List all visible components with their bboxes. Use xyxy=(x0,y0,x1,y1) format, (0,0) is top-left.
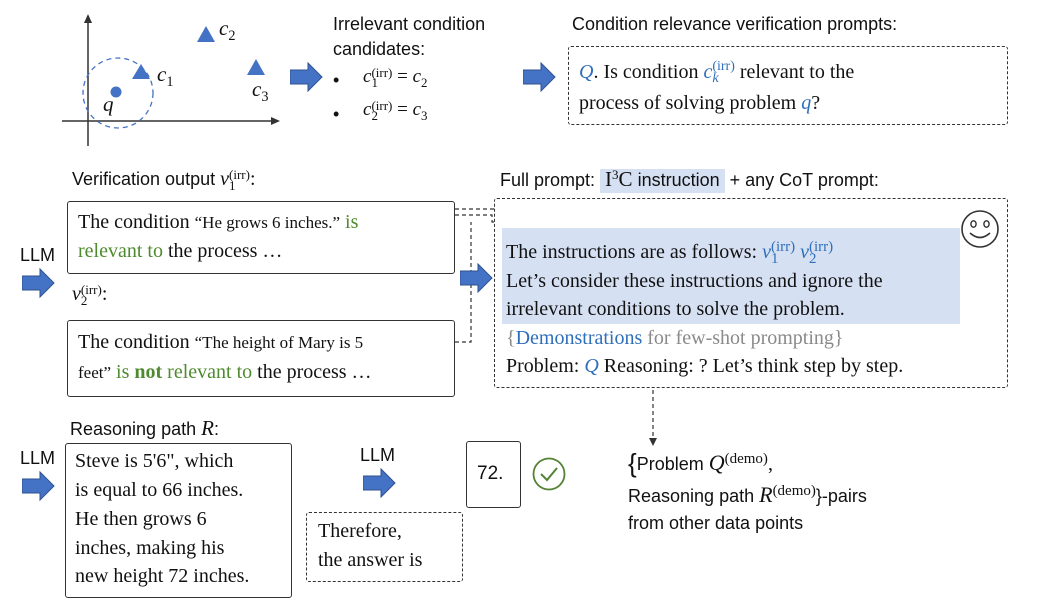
arrow-to-full-prompt xyxy=(460,263,493,293)
candidates-title-line2: candidates: xyxy=(333,39,426,59)
llm-label-1: LLM xyxy=(20,245,56,265)
verification-output-1-line1: The condition “He grows 6 inches.” is xyxy=(78,211,359,233)
candidates-title-line1: Irrelevant condition xyxy=(333,14,486,34)
v2-label: v (irr) 2: xyxy=(72,282,108,309)
reasoning-path-title: Reasoning path R: xyxy=(70,416,219,440)
candidate-item-1: c (irr) 1 = c2 xyxy=(363,64,428,90)
verification-output-1-line2: relevant to the process … xyxy=(78,240,283,262)
checkmark-icon xyxy=(532,457,566,491)
verification-output-2-line1: The condition “The height of Mary is 5 xyxy=(78,331,364,353)
llm-label-2: LLM xyxy=(20,448,56,468)
point-c2 xyxy=(197,26,215,42)
verification-prompt-line1: Q. Is condition c (irr) k relevant to the xyxy=(579,59,855,87)
full-prompt-line3: irrelevant conditions to solve the probl… xyxy=(506,298,845,320)
candidate-bullet-1: • xyxy=(333,70,340,90)
verification-prompts-title: Condition relevance verification prompts… xyxy=(572,14,898,34)
full-prompt-title: Full prompt: I3C instruction + any CoT p… xyxy=(500,167,879,193)
pairs-line-1: {Problem Q(demo), xyxy=(628,448,773,478)
pairs-line-2: Reasoning path R(demo)}-pairs xyxy=(628,482,867,507)
candidate-item-2: c (irr) 2 = c3 xyxy=(363,97,428,123)
label-c1: c1 xyxy=(157,62,174,91)
pairs-line-3: from other data points xyxy=(628,513,804,533)
label-q: q xyxy=(103,92,114,116)
reasoning-line-4: inches, making his xyxy=(75,537,225,559)
full-prompt-problem-line: Problem: Q Reasoning: ? Let’s think step… xyxy=(506,355,904,377)
full-prompt-line1: The instructions are as follows: v (irr) 1… xyxy=(506,239,834,268)
verification-prompt-line2: process of solving problem q? xyxy=(579,92,821,114)
smiley-icon xyxy=(961,210,999,248)
reasoning-line-2: is equal to 66 inches. xyxy=(75,479,244,501)
verification-output-2-line2: feet” is not relevant to the process … xyxy=(78,361,372,383)
therefore-line-1: Therefore, xyxy=(318,520,402,542)
y-axis-arrowhead xyxy=(84,14,92,23)
reasoning-line-5: new height 72 inches. xyxy=(75,565,250,587)
llm-arrow-2 xyxy=(22,471,55,501)
point-c3 xyxy=(247,59,265,75)
therefore-line-2: the answer is xyxy=(318,549,423,571)
arrow-to-candidates xyxy=(290,62,323,92)
full-prompt-line2: Let’s consider these instructions and ig… xyxy=(506,270,883,292)
reasoning-line-1: Steve is 5'6", which xyxy=(75,450,234,472)
candidate-bullet-2: • xyxy=(333,104,340,124)
reasoning-line-3: He then grows 6 xyxy=(75,508,207,530)
llm-arrow-1 xyxy=(22,268,55,298)
arrow-to-verification-prompt xyxy=(523,62,556,92)
diagram-canvas: q c1 c2 c3 Irrelevant condition candidat… xyxy=(0,0,1037,605)
llm-arrow-3 xyxy=(363,468,396,498)
verification-output-title: Verification output v (irr) 1: xyxy=(72,167,256,194)
label-c3: c3 xyxy=(252,77,269,106)
point-c1 xyxy=(132,64,150,79)
x-axis-arrowhead xyxy=(271,117,280,125)
label-c2: c2 xyxy=(219,16,236,45)
llm-label-3: LLM xyxy=(360,445,396,465)
answer-value: 72. xyxy=(477,463,504,484)
full-prompt-demonstrations: {Demonstrations for few-shot prompting} xyxy=(506,327,844,349)
